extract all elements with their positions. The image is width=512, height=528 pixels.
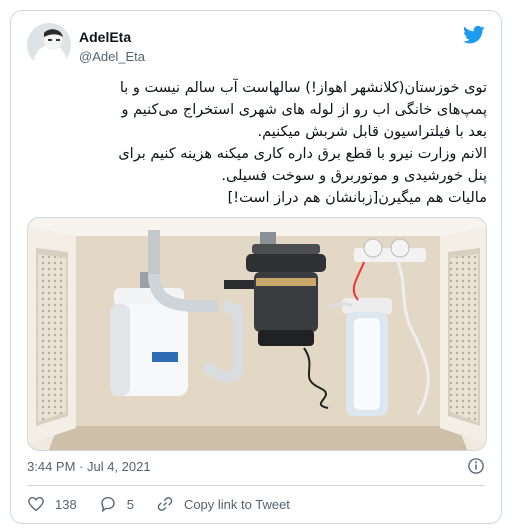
tweet-line: پمپ‌های خانگی اب رو از لوله های شهری است… [121,102,487,118]
info-icon[interactable] [467,457,485,475]
tweet-actions: 138 5 Copy link to Tweet [27,493,312,515]
tweet-card: AdelEta @Adel_Eta توی خوزستان(کلانشهر اه… [10,10,502,524]
link-icon [157,497,173,511]
reply-button[interactable]: 5 [99,495,134,513]
reply-icon [101,496,115,513]
avatar[interactable] [27,23,71,67]
author-name[interactable]: AdelEta [79,29,131,45]
tweet-timestamp[interactable]: 3:44 PM · Jul 4, 2021 [27,459,151,474]
author-handle[interactable]: @Adel_Eta [79,49,145,64]
like-count: 138 [55,496,77,512]
copy-link-button[interactable]: Copy link to Tweet [156,495,290,513]
reply-count: 5 [126,496,134,512]
tweet-line: الانم وزارت نیرو با قطع برق داره کاری می… [118,146,487,162]
tweet-line: توی خوزستان(کلانشهر اهواز!) سالهاست آب س… [119,80,487,96]
tweet-line: مالیات هم میگیرن[زبانشان هم دراز است!] [227,190,487,206]
tweet-line: پنل خورشیدی و موتوربرق و سوخت فسیلی. [221,168,487,184]
tweet-line: بعد با فیلتراسیون قابل شربش میکنیم. [257,124,487,140]
tweet-photo[interactable] [27,217,487,451]
copy-link-label: Copy link to Tweet [183,496,290,512]
tweet-text: توی خوزستان(کلانشهر اهواز!) سالهاست آب س… [27,77,487,209]
like-button[interactable]: 138 [27,495,77,513]
heart-icon [28,496,44,512]
twitter-bird-icon[interactable] [463,25,485,45]
divider [27,485,485,486]
